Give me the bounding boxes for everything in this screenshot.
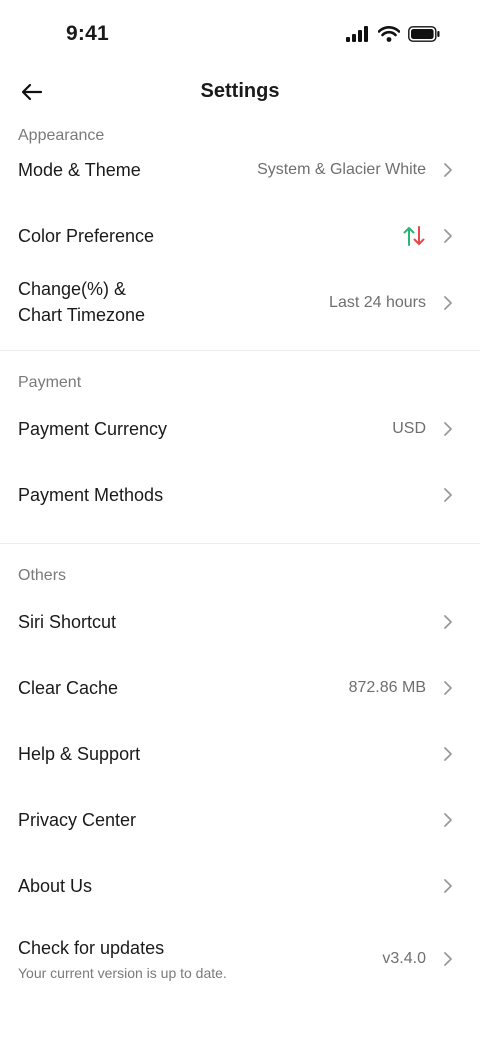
row-label: Privacy Center (18, 810, 137, 830)
battery-icon (408, 26, 440, 42)
chevron-right-icon (444, 422, 452, 436)
row-label-line1: Change(%) & (18, 279, 127, 299)
row-label: Mode & Theme (18, 160, 141, 180)
settings-row-color-preference[interactable]: Color Preference (0, 211, 480, 263)
section-label-payment: Payment (18, 374, 82, 391)
section-divider (0, 543, 480, 544)
settings-row-payment-currency[interactable]: Payment Currency USD (0, 404, 480, 456)
settings-row-clear-cache[interactable]: Clear Cache 872.86 MB (0, 663, 480, 715)
status-bar: 9:41 (0, 0, 480, 70)
status-time: 9:41 (66, 22, 109, 45)
chevron-right-icon (444, 163, 452, 177)
status-icons (346, 26, 440, 42)
chevron-right-icon (444, 296, 452, 310)
settings-row-change-timezone[interactable]: Change(%) & Chart Timezone Last 24 hours (0, 272, 480, 334)
row-label: Siri Shortcut (18, 612, 117, 632)
row-value: Last 24 hours (329, 294, 426, 311)
chevron-right-icon (444, 813, 452, 827)
row-label: About Us (18, 876, 93, 896)
row-label: Help & Support (18, 744, 141, 764)
chevron-right-icon (444, 747, 452, 761)
chevron-right-icon (444, 488, 452, 502)
row-value: v3.4.0 (382, 950, 426, 967)
settings-row-siri-shortcut[interactable]: Siri Shortcut (0, 597, 480, 649)
row-value: System & Glacier White (257, 161, 426, 178)
chevron-right-icon (444, 229, 452, 243)
settings-row-check-updates[interactable]: Check for updates Your current version i… (0, 927, 480, 991)
row-label: Payment Currency (18, 419, 168, 439)
settings-row-mode-theme[interactable]: Mode & Theme System & Glacier White (0, 145, 480, 197)
nav-header: Settings (0, 70, 480, 116)
settings-row-about-us[interactable]: About Us (0, 861, 480, 913)
chevron-right-icon (444, 952, 452, 966)
page-title: Settings (200, 80, 280, 102)
chevron-right-icon (444, 615, 452, 629)
cellular-signal-icon (346, 26, 368, 42)
chevron-right-icon (444, 879, 452, 893)
up-down-arrows-icon (403, 226, 425, 246)
settings-row-payment-methods[interactable]: Payment Methods (0, 470, 480, 522)
section-label-others: Others (18, 567, 67, 584)
row-subtitle: Your current version is up to date. (18, 965, 227, 981)
row-label: Check for updates (18, 938, 165, 958)
wifi-icon (378, 26, 400, 42)
row-label-line2: Chart Timezone (18, 305, 146, 325)
row-value: 872.86 MB (348, 679, 426, 696)
chevron-right-icon (444, 681, 452, 695)
row-value: USD (392, 420, 426, 437)
section-divider (0, 350, 480, 351)
row-label: Payment Methods (18, 485, 164, 505)
section-label-appearance: Appearance (18, 127, 105, 144)
settings-row-help-support[interactable]: Help & Support (0, 729, 480, 781)
settings-row-privacy-center[interactable]: Privacy Center (0, 795, 480, 847)
row-label: Color Preference (18, 226, 155, 246)
row-label: Clear Cache (18, 678, 119, 698)
